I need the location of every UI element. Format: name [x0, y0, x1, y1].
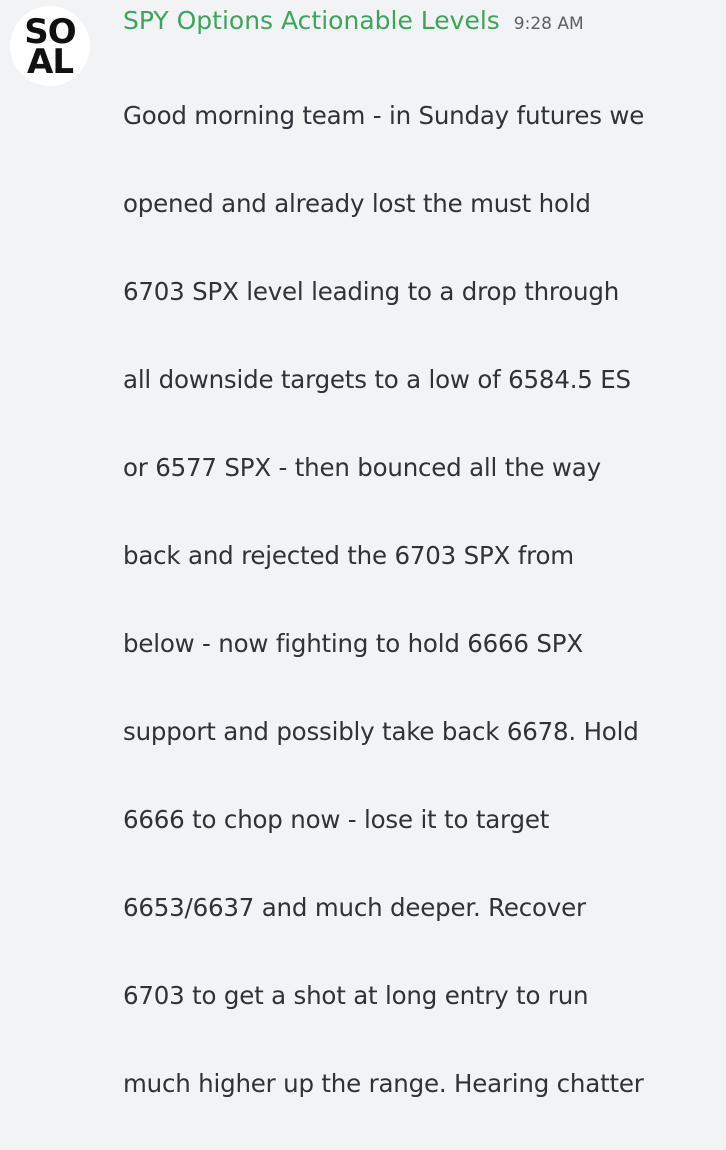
message-line: below - now fighting to hold 6666 SPX: [123, 629, 583, 658]
message-line: opened and already lost the must hold: [123, 189, 591, 218]
message-line: all downside targets to a low of 6584.5 …: [123, 365, 631, 394]
message-line: back and rejected the 6703 SPX from: [123, 541, 574, 570]
message-timestamp[interactable]: 9:28 AM: [514, 14, 584, 34]
message-line: much higher up the range. Hearing chatte…: [123, 1069, 644, 1098]
message-line: 6653/6637 and much deeper. Recover: [123, 893, 586, 922]
author-name[interactable]: SPY Options Actionable Levels: [123, 6, 500, 35]
message-line: support and possibly take back 6678. Hol…: [123, 717, 639, 746]
message-line: 6703 to get a shot at long entry to run: [123, 981, 589, 1010]
avatar-logo-text-bottom: AL: [27, 42, 74, 82]
message-line: Good morning team - in Sunday futures we: [123, 101, 645, 130]
message-content: Good morning team - in Sunday futures we…: [123, 50, 723, 1150]
message-line: or 6577 SPX - then bounced all the way: [123, 453, 601, 482]
avatar[interactable]: SO AL: [10, 6, 90, 86]
chat-message: SO AL SPY Options Actionable Levels 9:28…: [0, 0, 726, 1098]
message-header: SPY Options Actionable Levels 9:28 AM: [123, 6, 584, 50]
message-line: 6703 SPX level leading to a drop through: [123, 277, 620, 306]
message-line: 6666 to chop now - lose it to target: [123, 805, 550, 834]
